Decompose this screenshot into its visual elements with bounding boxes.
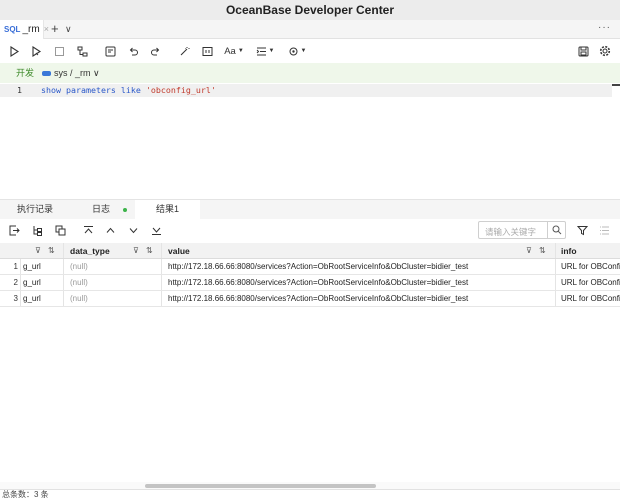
gear-icon[interactable] <box>596 42 614 60</box>
tab-result[interactable]: 结果1 <box>135 200 200 220</box>
connection-context-bar: 开发 sys / _rm ∨ <box>0 63 620 83</box>
snippet-icon[interactable] <box>198 42 216 60</box>
save-icon[interactable] <box>574 42 592 60</box>
database-label: sys / _rm <box>54 68 91 78</box>
cell-info[interactable]: URL for OBConfig <box>556 259 620 274</box>
editor-scroll-marker <box>612 84 620 86</box>
cell-value[interactable]: http://172.18.66.66:8080/services?Action… <box>162 291 556 306</box>
undo-icon[interactable] <box>124 42 142 60</box>
row-number: 3 <box>0 291 21 306</box>
column-header-value[interactable]: value ⊽ ⇅ <box>162 243 556 258</box>
sql-keywords: show parameters like <box>41 85 146 95</box>
filter-icon[interactable]: ⊽ <box>526 243 532 258</box>
run-selected-icon[interactable] <box>27 42 45 60</box>
grid-header: ⊽ ⇅ data_type ⊽ ⇅ value ⊽ ⇅ info <box>0 243 620 259</box>
cell-data-type[interactable]: (null) <box>64 275 162 290</box>
next-page-icon[interactable] <box>125 222 141 238</box>
sql-code[interactable]: show parameters like 'obconfig_url' <box>41 84 216 97</box>
cell-name[interactable]: g_url <box>21 259 64 274</box>
column-header-name[interactable]: ⊽ ⇅ <box>0 243 64 258</box>
filter-icon[interactable]: ⊽ <box>133 243 139 258</box>
log-status-dot <box>123 208 127 212</box>
table-row[interactable]: 2 g_url (null) http://172.18.66.66:8080/… <box>0 275 620 291</box>
export-icon[interactable] <box>6 222 22 238</box>
sort-icon[interactable]: ⇅ <box>146 243 153 258</box>
sql-tab[interactable]: SQL _rm × <box>0 20 49 39</box>
tab-history[interactable]: 执行记录 <box>17 200 53 220</box>
table-row[interactable]: 3 g_url (null) http://172.18.66.66:8080/… <box>0 291 620 307</box>
list-view-icon[interactable] <box>596 222 612 238</box>
search-icon[interactable] <box>547 222 565 238</box>
sql-editor[interactable]: 1 show parameters like 'obconfig_url' <box>0 83 620 200</box>
first-page-icon[interactable] <box>80 222 96 238</box>
cell-info[interactable]: URL for OBConfig <box>556 275 620 290</box>
column-header-info[interactable]: info <box>556 243 620 258</box>
window-title: OceanBase Developer Center <box>0 0 620 20</box>
indent-icon[interactable]: ▼ <box>254 42 276 60</box>
sort-icon[interactable]: ⇅ <box>48 243 55 258</box>
add-tab-button[interactable]: + <box>51 20 59 38</box>
tree-view-icon[interactable] <box>29 222 45 238</box>
run-icon[interactable] <box>5 42 23 60</box>
font-case-icon[interactable]: Aa ▼ <box>222 42 246 60</box>
redo-icon[interactable] <box>146 42 164 60</box>
last-page-icon[interactable] <box>148 222 164 238</box>
filter-icon[interactable] <box>574 222 590 238</box>
row-number: 1 <box>0 259 21 274</box>
beautify-icon[interactable] <box>175 42 193 60</box>
editor-tab-bar: SQL _rm × + ∨ ··· <box>0 20 620 39</box>
table-row[interactable]: 1 g_url (null) http://172.18.66.66:8080/… <box>0 259 620 275</box>
chevron-down-icon: ∨ <box>93 68 100 78</box>
search-input[interactable] <box>479 224 547 240</box>
row-number: 2 <box>0 275 21 290</box>
settings-dropdown-icon[interactable]: ▼ <box>286 42 308 60</box>
column-header-data-type[interactable]: data_type ⊽ ⇅ <box>64 243 162 258</box>
cell-info[interactable]: URL for OBConfig <box>556 291 620 306</box>
tab-log[interactable]: 日志 <box>92 200 110 220</box>
line-number: 1 <box>17 85 22 95</box>
row-count-status: 总条数：3 条 <box>0 489 620 500</box>
tab-list-dropdown-icon[interactable]: ∨ <box>65 20 72 39</box>
cell-data-type[interactable]: (null) <box>64 291 162 306</box>
env-tag: 开发 <box>16 68 35 78</box>
result-toolbar <box>0 219 620 243</box>
horizontal-scrollbar-thumb[interactable] <box>145 484 376 488</box>
database-selector[interactable]: sys / _rm ∨ <box>42 63 100 83</box>
editor-line[interactable]: 1 show parameters like 'obconfig_url' <box>0 84 612 97</box>
plan-icon[interactable] <box>73 42 91 60</box>
save-script-icon[interactable] <box>101 42 119 60</box>
sort-icon[interactable]: ⇅ <box>539 243 546 258</box>
database-icon <box>42 71 51 77</box>
cell-name[interactable]: g_url <box>21 291 64 306</box>
close-tab-icon[interactable]: × <box>44 24 49 34</box>
cell-data-type[interactable]: (null) <box>64 259 162 274</box>
filter-icon[interactable]: ⊽ <box>35 243 41 258</box>
more-icon[interactable]: ··· <box>598 20 611 36</box>
stop-icon[interactable] <box>50 42 68 60</box>
column-header-data-type-label: data_type <box>70 246 110 256</box>
sql-badge: SQL <box>4 25 21 34</box>
cell-name[interactable]: g_url <box>21 275 64 290</box>
column-header-info-label: info <box>561 246 577 256</box>
column-header-value-label: value <box>168 246 190 256</box>
sql-toolbar: Aa ▼ ▼ ▼ <box>0 39 620 63</box>
copy-icon[interactable] <box>52 222 68 238</box>
cell-value[interactable]: http://172.18.66.66:8080/services?Action… <box>162 275 556 290</box>
result-panel-tabs: 执行记录 日志 结果1 <box>0 199 620 220</box>
sql-tab-label: _rm <box>22 24 40 35</box>
result-search-box <box>478 221 566 240</box>
previous-page-icon[interactable] <box>102 222 118 238</box>
cell-value[interactable]: http://172.18.66.66:8080/services?Action… <box>162 259 556 274</box>
sql-string-literal: 'obconfig_url' <box>145 85 216 95</box>
